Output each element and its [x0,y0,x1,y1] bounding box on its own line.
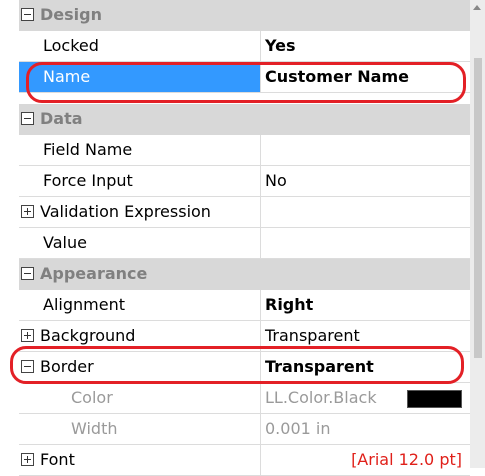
property-row-field-name[interactable]: Field Name [19,135,470,166]
scrollbar-thumb[interactable] [474,58,482,358]
expand-plus-icon[interactable] [21,453,34,466]
category-appearance[interactable]: Appearance [19,259,470,290]
property-name-font: Font [40,450,75,469]
property-name-force-input: Force Input [19,166,261,196]
property-row-validation-expression[interactable]: Validation Expression [19,197,470,228]
property-name-border: Border [40,357,94,376]
property-name-validation-expression: Validation Expression [40,202,211,221]
scroll-up-arrow-icon[interactable] [473,5,481,10]
property-value-validation-expression[interactable] [261,197,470,227]
category-data-label: Data [40,109,83,128]
property-row-value[interactable]: Value [19,228,470,259]
property-name-locked: Locked [19,31,261,61]
property-name-name: Name [19,62,261,92]
property-grid: Design Locked Yes Name Customer Name Dat… [0,0,485,476]
property-name-value: Value [19,228,261,258]
property-row-locked[interactable]: Locked Yes [19,31,470,62]
property-name-field-name: Field Name [19,135,261,165]
property-row-alignment[interactable]: Alignment Right [19,290,470,321]
color-swatch[interactable] [407,390,462,408]
category-design[interactable]: Design [19,0,470,31]
property-value-width[interactable]: 0.001 in [261,414,470,444]
property-row-color[interactable]: Color LL.Color.Black [19,383,470,414]
collapse-minus-icon[interactable] [21,267,34,280]
grid-gutter [0,0,19,468]
property-row-width[interactable]: Width 0.001 in [19,414,470,445]
property-value-border[interactable]: Transparent [261,352,470,382]
vertical-scrollbar[interactable] [470,0,485,468]
property-name-color: Color [19,383,261,413]
category-appearance-label: Appearance [40,264,148,283]
expand-plus-icon[interactable] [21,205,34,218]
property-name-alignment: Alignment [19,290,261,320]
property-value-field-name[interactable] [261,135,470,165]
property-value-force-input[interactable]: No [261,166,470,196]
property-value-color: LL.Color.Black [265,388,377,407]
property-name-width: Width [19,414,261,444]
property-value-alignment[interactable]: Right [261,290,470,320]
category-design-label: Design [40,5,102,24]
property-value-name[interactable]: Customer Name [261,62,470,92]
collapse-minus-icon[interactable] [21,8,34,21]
property-value-value[interactable] [261,228,470,258]
property-row-force-input[interactable]: Force Input No [19,166,470,197]
property-row-border[interactable]: Border Transparent [19,352,470,383]
property-value-locked[interactable]: Yes [261,31,470,61]
collapse-minus-icon[interactable] [21,112,34,125]
property-value-background[interactable]: Transparent [261,321,470,351]
property-row-font[interactable]: Font [Arial 12.0 pt] [19,445,470,476]
expand-plus-icon[interactable] [21,329,34,342]
property-value-font: [Arial 12.0 pt] [351,450,462,469]
property-name-background: Background [40,326,136,345]
collapse-minus-icon[interactable] [21,360,34,373]
category-data[interactable]: Data [19,104,470,135]
property-row-background[interactable]: Background Transparent [19,321,470,352]
property-row-name[interactable]: Name Customer Name [19,62,470,93]
